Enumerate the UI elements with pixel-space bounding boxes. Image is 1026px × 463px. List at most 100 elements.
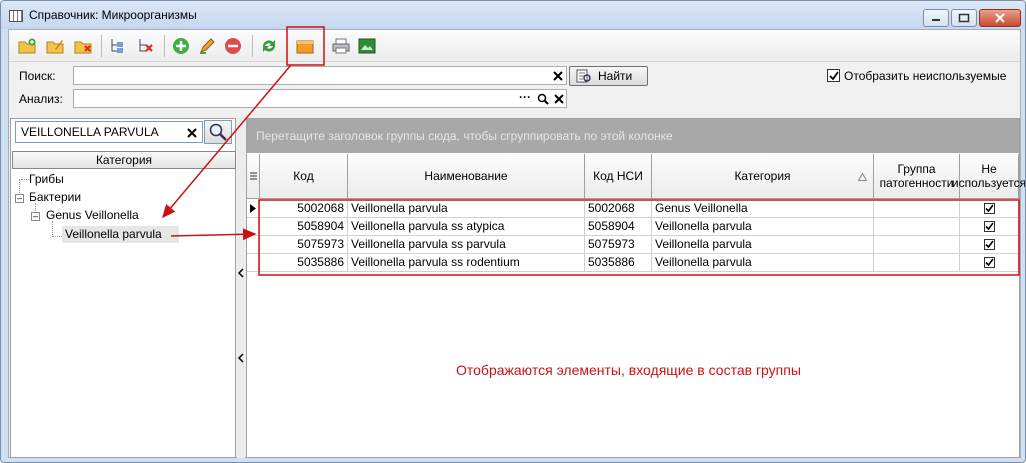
print-button[interactable]: [331, 36, 351, 56]
cell-category[interactable]: Veillonella parvula: [652, 236, 874, 254]
analysis-input[interactable]: [73, 89, 567, 108]
cell-nsi-code[interactable]: 5035886: [585, 254, 652, 272]
search-icon: [537, 93, 549, 105]
delete-node-button[interactable]: [135, 36, 155, 56]
column-header-name[interactable]: Наименование: [348, 154, 585, 199]
row-selector[interactable]: [247, 200, 260, 218]
checkmark-icon: [828, 70, 839, 80]
remove-button[interactable]: [223, 36, 243, 56]
cell-name[interactable]: Veillonella parvula: [348, 200, 585, 218]
collapse-icon[interactable]: –: [15, 194, 24, 203]
cell-code[interactable]: 5002068: [260, 200, 348, 218]
not-used-checkbox[interactable]: [983, 221, 995, 232]
app-icon: [9, 10, 23, 22]
cell-category[interactable]: Genus Veillonella: [652, 200, 874, 218]
toolbar-separator: [101, 35, 102, 57]
cell-not-used[interactable]: [960, 254, 1019, 272]
panel-splitter[interactable]: [237, 118, 245, 458]
cell-nsi-code[interactable]: 5058904: [585, 218, 652, 236]
row-selector[interactable]: [247, 254, 260, 272]
add-button[interactable]: [171, 36, 191, 56]
add-folder-button[interactable]: [17, 36, 37, 56]
cell-pathogenicity-group[interactable]: [874, 236, 960, 254]
window-title: Справочник: Микроорганизмы: [29, 8, 197, 22]
cell-nsi-code[interactable]: 5075973: [585, 236, 652, 254]
analysis-search-button[interactable]: [537, 93, 549, 108]
collapse-icon[interactable]: –: [31, 212, 40, 221]
cell-not-used[interactable]: [960, 218, 1019, 236]
cell-pathogenicity-group[interactable]: [874, 254, 960, 272]
cell-nsi-code[interactable]: 5002068: [585, 200, 652, 218]
edit-button[interactable]: [197, 36, 217, 56]
table-row[interactable]: 5058904 Veillonella parvula ss atypica 505…: [247, 218, 1019, 236]
refresh-button[interactable]: [259, 36, 279, 56]
search-label: Поиск:: [19, 69, 56, 83]
cell-not-used[interactable]: [960, 236, 1019, 254]
cell-pathogenicity-group[interactable]: [874, 218, 960, 236]
delete-folder-button[interactable]: [73, 36, 93, 56]
column-header-pathogenicity-group[interactable]: Группа патогенности: [874, 154, 960, 199]
minimize-button[interactable]: [923, 9, 949, 27]
maximize-button[interactable]: [951, 9, 977, 27]
cell-code[interactable]: 5075973: [260, 236, 348, 254]
edit-folder-button[interactable]: [45, 36, 65, 56]
row-selector[interactable]: [247, 236, 260, 254]
show-unused-checkbox[interactable]: [827, 69, 840, 82]
checkmark-icon: [984, 222, 994, 231]
cell-category[interactable]: Veillonella parvula: [652, 254, 874, 272]
tree-item-bacteria[interactable]: Бактерии: [29, 190, 81, 204]
cell-code[interactable]: 5035886: [260, 254, 348, 272]
app-window: Справочник: Микроорганизмы Поиск: Найти …: [0, 0, 1026, 463]
table-row[interactable]: 5075973 Veillonella parvula ss parvula 507…: [247, 236, 1019, 254]
cell-name[interactable]: Veillonella parvula ss rodentium: [348, 254, 585, 272]
not-used-checkbox[interactable]: [983, 239, 995, 250]
search-input[interactable]: [73, 66, 567, 85]
not-used-checkbox[interactable]: [983, 257, 995, 268]
print-icon: [332, 38, 350, 54]
checkmark-icon: [984, 258, 994, 267]
column-header-category[interactable]: Категория: [652, 154, 874, 199]
export-button[interactable]: [357, 36, 377, 56]
add-node-button[interactable]: [107, 36, 127, 56]
close-button[interactable]: [979, 9, 1021, 27]
delete-folder-icon: [74, 41, 92, 54]
cell-pathogenicity-group[interactable]: [874, 200, 960, 218]
not-used-checkbox[interactable]: [983, 203, 995, 214]
group-by-panel[interactable]: Перетащите заголовок группы сюда, чтобы …: [247, 119, 1019, 153]
analysis-clear-button[interactable]: [554, 93, 564, 107]
table-row[interactable]: 5035886 Veillonella parvula ss rodentium 5…: [247, 254, 1019, 272]
table-row[interactable]: 5002068 Veillonella parvula 5002068 Genus V…: [247, 200, 1019, 218]
tree-search-button[interactable]: [204, 120, 232, 144]
annotation-text: Отображаются элементы, входящие в состав…: [456, 362, 801, 378]
column-header-code[interactable]: Код: [260, 154, 348, 199]
cell-category[interactable]: Veillonella parvula: [652, 218, 874, 236]
column-header-not-used[interactable]: Не используется: [952, 154, 1025, 199]
data-grid: Перетащите заголовок группы сюда, чтобы …: [246, 118, 1025, 458]
toolbar-separator: [164, 35, 165, 57]
cell-name[interactable]: Veillonella parvula ss parvula: [348, 236, 585, 254]
column-header-nsi-code[interactable]: Код НСИ: [585, 154, 652, 199]
tree-search-clear-button[interactable]: [187, 127, 197, 141]
tree-item-fungi[interactable]: Грибы: [29, 172, 64, 186]
column-chooser-icon: [249, 171, 257, 180]
client-area: Поиск: Найти Отобразить неиспользуемые А…: [8, 29, 1025, 458]
group-folder-icon: [296, 40, 314, 54]
tree-connector: [52, 221, 53, 237]
minimize-icon: [932, 19, 940, 21]
add-node-icon: [111, 39, 123, 53]
splitter-arrow-icon: [237, 268, 244, 278]
tree-item-veillonella-parvula[interactable]: Veillonella parvula: [62, 226, 179, 243]
cell-code[interactable]: 5058904: [260, 218, 348, 236]
group-folder-button[interactable]: [295, 36, 315, 56]
close-icon: [995, 13, 1005, 23]
tree-search-input[interactable]: VEILLONELLA PARVULA: [15, 121, 203, 143]
find-button[interactable]: Найти: [569, 66, 648, 86]
row-selector-header[interactable]: [247, 154, 260, 199]
cell-not-used[interactable]: [960, 200, 1019, 218]
search-clear-button[interactable]: [553, 67, 563, 85]
analysis-browse-button[interactable]: ···: [519, 90, 531, 104]
tree-column-header[interactable]: Категория: [12, 151, 236, 169]
row-selector[interactable]: [247, 218, 260, 236]
cell-name[interactable]: Veillonella parvula ss atypica: [348, 218, 585, 236]
tree-item-genus-veillonella[interactable]: Genus Veillonella: [46, 208, 139, 222]
